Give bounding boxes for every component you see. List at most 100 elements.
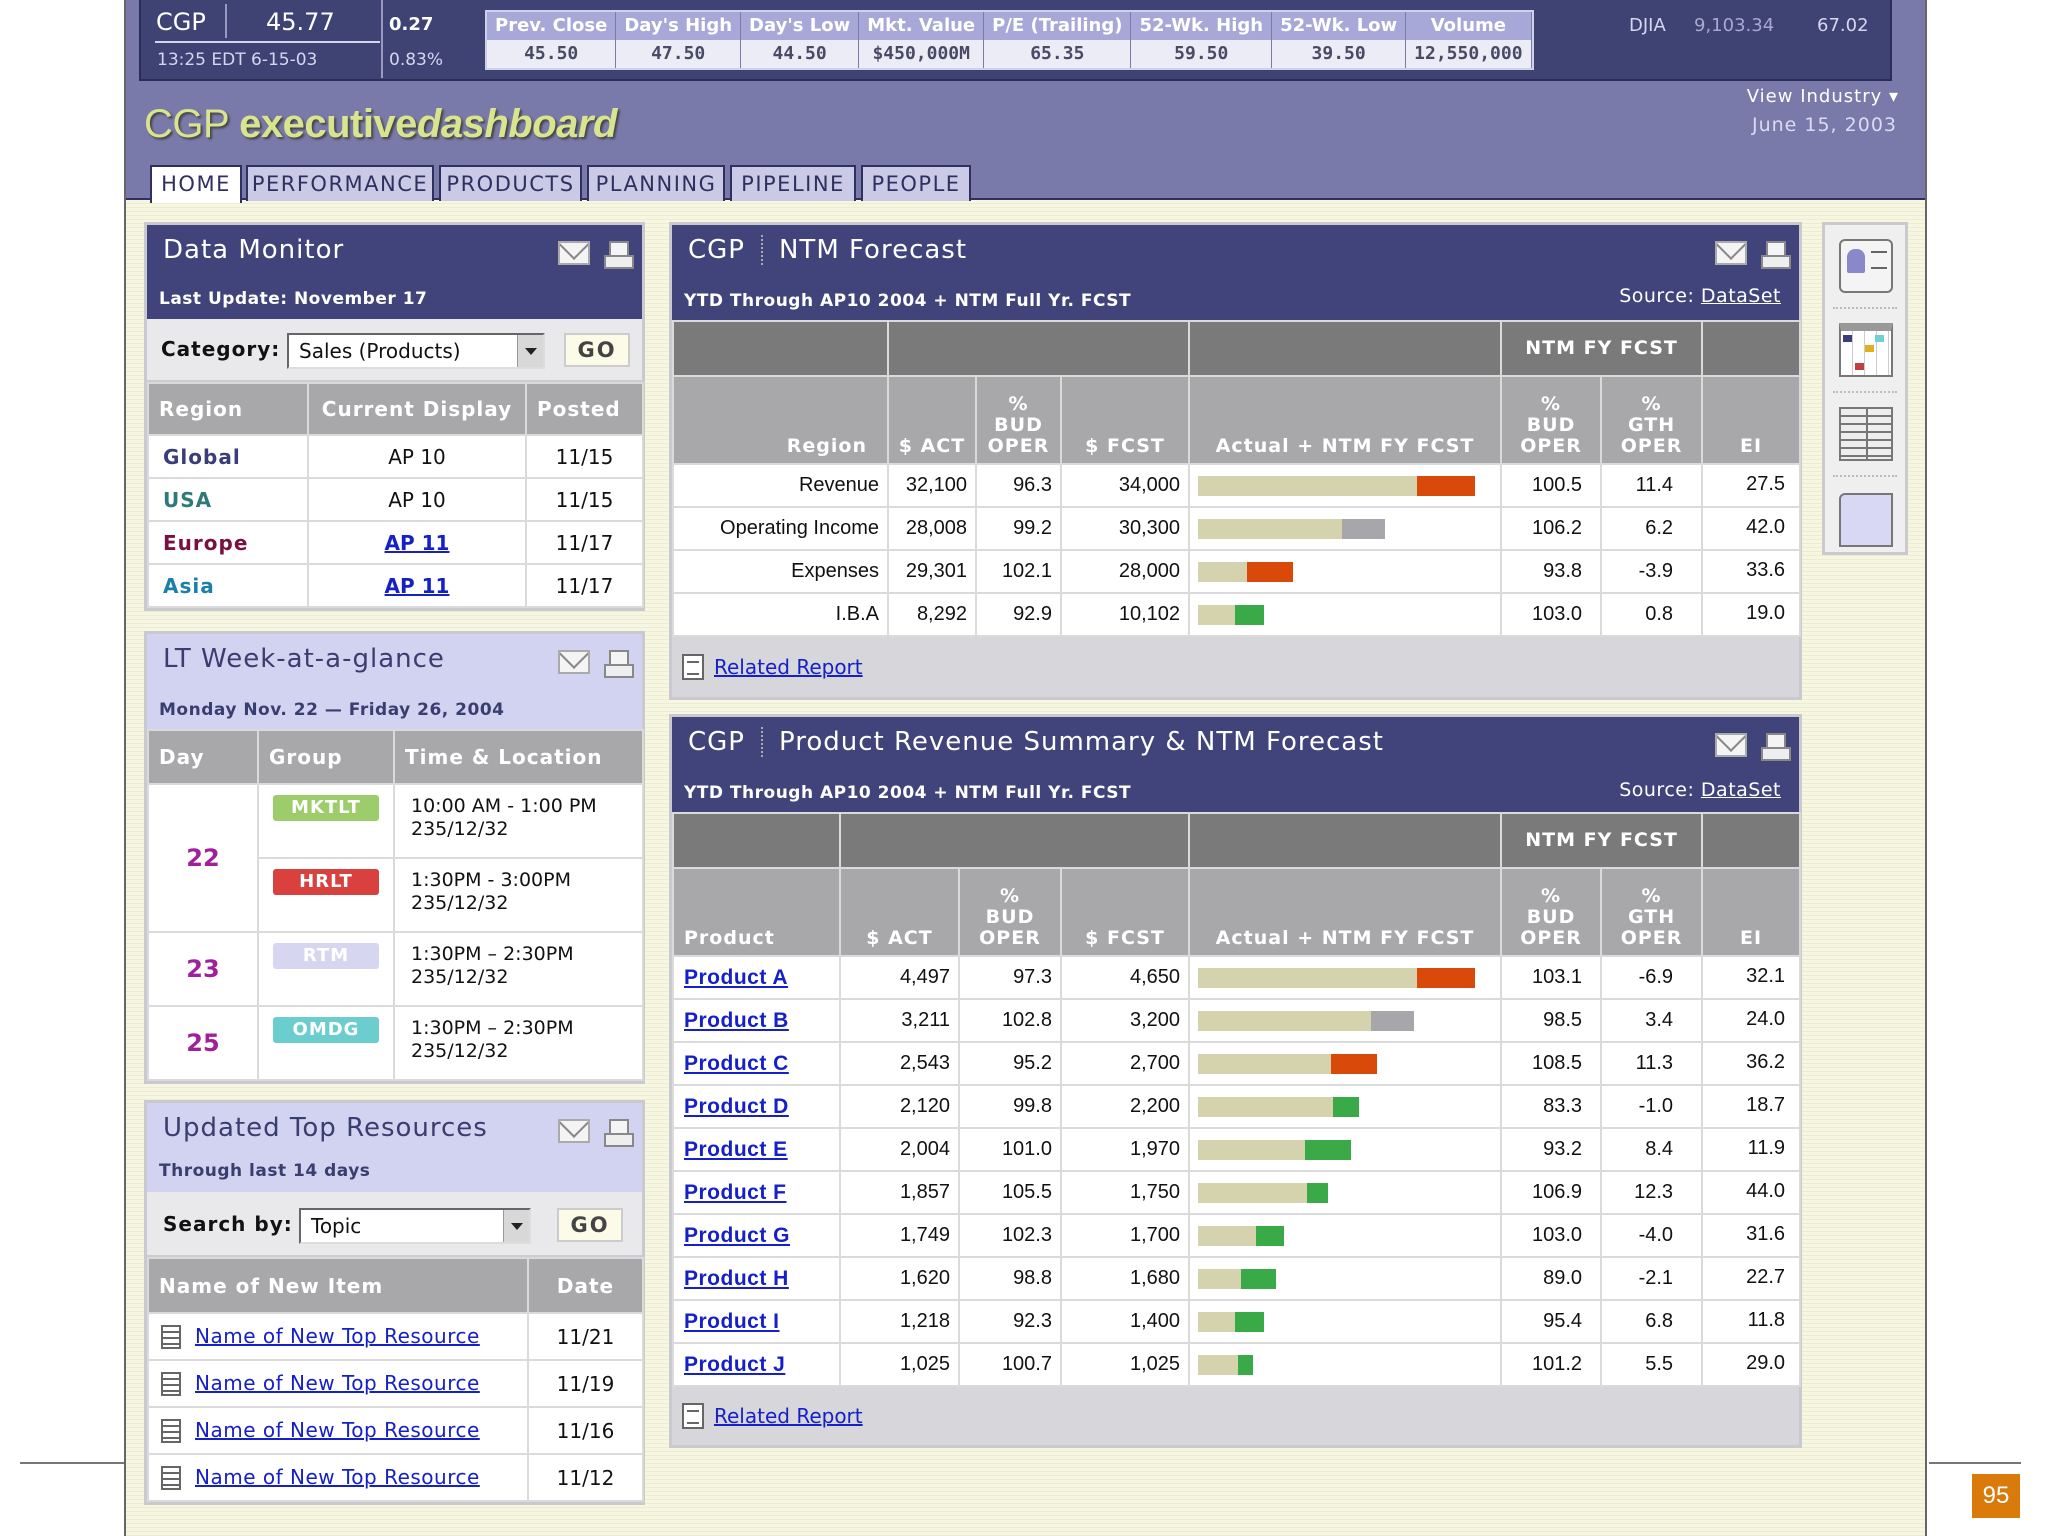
actual-value: 1,218: [839, 1299, 960, 1344]
product-link[interactable]: Product E: [684, 1138, 788, 1161]
forecast-value: 1,750: [1059, 1170, 1191, 1215]
product-link[interactable]: Product A: [684, 966, 788, 989]
contacts-icon[interactable]: [1839, 239, 1893, 293]
row-name[interactable]: Product I: [672, 1299, 841, 1344]
column-header: % GTH OPER: [1600, 375, 1704, 465]
chevron-down-icon[interactable]: [517, 335, 543, 367]
stat-value: 65.35: [984, 40, 1131, 68]
tab-people[interactable]: PEOPLE: [861, 165, 971, 201]
email-icon[interactable]: [1715, 241, 1747, 265]
product-link[interactable]: Product D: [684, 1095, 789, 1118]
product-link[interactable]: Product H: [684, 1267, 789, 1290]
resource-link[interactable]: Name of New Top Resource: [195, 1465, 480, 1489]
chevron-down-icon[interactable]: [503, 1210, 529, 1242]
row-name[interactable]: Product C: [672, 1041, 841, 1086]
row-name[interactable]: Product F: [672, 1170, 841, 1215]
table-row: Product D 2,120 99.8 2,200 83.3 -1.0 18.7: [672, 1084, 1802, 1129]
djia-label: DJIA: [1629, 15, 1666, 36]
row-name[interactable]: Product G: [672, 1213, 841, 1258]
stat-column: 52-Wk. Low 39.50: [1272, 12, 1407, 68]
go-button[interactable]: GO: [564, 333, 630, 367]
tab-planning[interactable]: PLANNING: [587, 165, 725, 201]
print-icon[interactable]: [604, 650, 634, 678]
table-row: Operating Income 28,008 99.2 30,300 106.2 6.2…: [672, 506, 1802, 551]
group-badge: HRLT: [273, 869, 379, 895]
resource-link[interactable]: Name of New Top Resource: [195, 1418, 480, 1442]
row-name[interactable]: Product D: [672, 1084, 841, 1129]
column-header: Actual + NTM FY FCST: [1188, 375, 1503, 465]
table-row: Product I 1,218 92.3 1,400 95.4 6.8 11.8: [672, 1299, 1802, 1344]
panel-title: Updated Top Resources: [163, 1113, 488, 1143]
tab-performance[interactable]: PERFORMANCE: [246, 165, 434, 201]
current-display-link[interactable]: AP 11: [385, 574, 450, 598]
budget-percent: 95.2: [958, 1041, 1062, 1086]
row-name[interactable]: Product B: [672, 998, 841, 1043]
column-header: % GTH OPER: [1600, 867, 1704, 957]
event-location: 235/12/32: [411, 966, 509, 988]
budget-percent: 100.7: [958, 1342, 1062, 1387]
product-link[interactable]: Product C: [684, 1052, 789, 1075]
print-icon[interactable]: [604, 1119, 634, 1147]
tab-products[interactable]: PRODUCTS: [439, 165, 582, 201]
bar-cell: [1188, 592, 1503, 637]
source-link[interactable]: DataSet: [1701, 285, 1781, 307]
email-icon[interactable]: [1715, 733, 1747, 757]
event-time: 1:30PM – 2:30PM: [411, 943, 574, 965]
table-row: USA AP 10 11/15: [147, 477, 644, 522]
product-link[interactable]: Product F: [684, 1181, 787, 1204]
report-icon[interactable]: [1839, 407, 1893, 461]
panel-footer: Related Report: [672, 637, 1799, 697]
print-icon[interactable]: [604, 241, 634, 269]
product-link[interactable]: Product J: [684, 1353, 785, 1376]
table-row: Product G 1,749 102.3 1,700 103.0 -4.0 31.6: [672, 1213, 1802, 1258]
last-update: Last Update: November 17: [159, 289, 428, 309]
stat-label: Mkt. Value: [859, 12, 984, 40]
group-badge: MKTLT: [273, 795, 379, 821]
row-name[interactable]: Product A: [672, 955, 841, 1000]
tab-home[interactable]: HOME: [150, 165, 242, 203]
budget-percent: 105.5: [958, 1170, 1062, 1215]
calendar-icon[interactable]: [1839, 323, 1893, 377]
go-button[interactable]: GO: [557, 1208, 623, 1242]
product-link[interactable]: Product I: [684, 1310, 780, 1333]
search-select[interactable]: Topic: [299, 1208, 531, 1244]
product-link[interactable]: Product G: [684, 1224, 790, 1247]
source: Source: DataSet: [1619, 779, 1781, 801]
growth-percent: 12.3: [1600, 1170, 1704, 1215]
source-link[interactable]: DataSet: [1701, 779, 1781, 801]
ticker-symbol: CGP: [156, 8, 206, 36]
row-name[interactable]: Product J: [672, 1342, 841, 1387]
time-location: 1:30PM - 3:00PM 235/12/32: [393, 857, 644, 933]
tab-pipeline[interactable]: PIPELINE: [730, 165, 856, 201]
table-row: Name of New Top Resource 11/16: [147, 1406, 644, 1455]
email-icon[interactable]: [558, 241, 590, 265]
resource-link[interactable]: Name of New Top Resource: [195, 1371, 480, 1395]
current-display-link[interactable]: AP 11: [385, 531, 450, 555]
print-icon[interactable]: [1761, 241, 1791, 269]
related-report-link[interactable]: Related Report: [714, 1404, 863, 1428]
stat-value: 47.50: [616, 40, 741, 68]
row-name[interactable]: Product H: [672, 1256, 841, 1301]
email-icon[interactable]: [558, 650, 590, 674]
view-industry-dropdown[interactable]: View Industry ▾: [1747, 86, 1899, 107]
print-icon[interactable]: [1761, 733, 1791, 761]
forecast-value: 1,700: [1059, 1213, 1191, 1258]
product-link[interactable]: Product B: [684, 1009, 789, 1032]
djia-change: 67.02: [1817, 15, 1869, 36]
row-name[interactable]: Product E: [672, 1127, 841, 1172]
column-header: Date: [527, 1257, 644, 1314]
email-icon[interactable]: [558, 1119, 590, 1143]
column-header: Region: [147, 382, 309, 436]
resource-link[interactable]: Name of New Top Resource: [195, 1324, 480, 1348]
actual-bar-segment: [1198, 1096, 1334, 1117]
header-spacer: [1701, 812, 1802, 869]
current-display: AP 10: [307, 477, 527, 522]
ntm-budget-percent: 106.9: [1500, 1170, 1603, 1215]
category-select[interactable]: Sales (Products): [287, 333, 545, 369]
ei-value: 27.5: [1701, 463, 1802, 508]
divider: [381, 0, 383, 78]
related-report-link[interactable]: Related Report: [714, 655, 863, 679]
column-header: % BUD OPER: [1500, 375, 1603, 465]
table-row: Product C 2,543 95.2 2,700 108.5 11.3 36.2: [672, 1041, 1802, 1086]
folder-icon[interactable]: [1839, 493, 1893, 547]
